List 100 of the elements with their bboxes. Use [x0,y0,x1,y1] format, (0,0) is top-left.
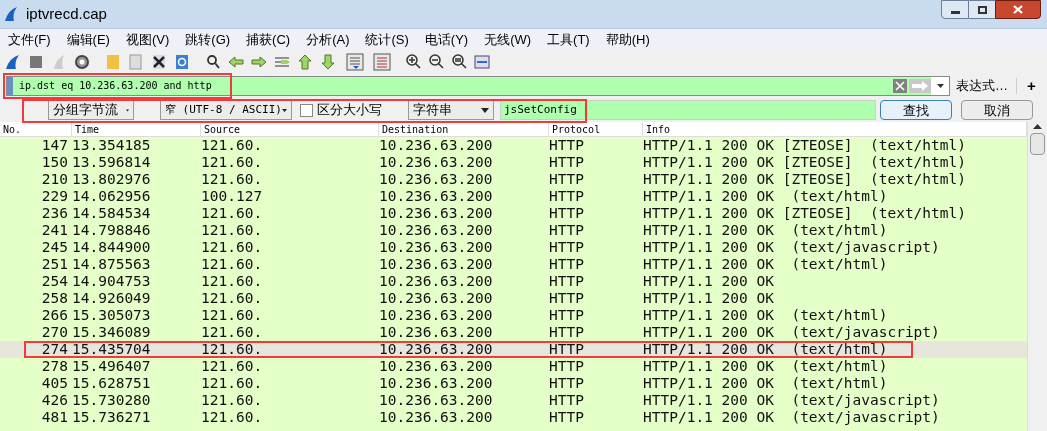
table-cell-text: HTTP [548,188,585,205]
expression-button[interactable]: 表达式… [956,76,1008,96]
column-header[interactable]: Time [72,122,201,136]
minimize-button[interactable] [941,0,969,19]
column-header[interactable]: No. [0,122,72,136]
menu-item[interactable]: 分析(A) [298,29,358,50]
table-cell-text: 241 [40,222,69,239]
search-icon[interactable] [204,53,222,71]
right-arrow-icon[interactable] [250,53,268,71]
up-arrow-icon[interactable] [1033,124,1042,129]
table-cell-text: 10.236.63.200 [378,290,494,307]
table-cell-text: 14.875563 [71,256,152,273]
menu-item[interactable]: 文件(F) [0,29,59,50]
table-cell-text: 10.236.63.200 [378,392,494,409]
table-cell-text: 121.60. [200,239,264,256]
search-type-dropdown[interactable]: 字符串 [408,100,494,120]
case-checkbox[interactable] [300,103,313,117]
zoom-out-icon[interactable] [427,53,445,71]
table-cell-text: 14.844900 [71,239,152,256]
table-cell-text: HTTP/1.1 200 OK (text/html) [642,188,889,205]
scroll-thumb[interactable] [1030,133,1045,155]
packet-row[interactable]: 254 14.904753 121.60. 10.236.63.200 HTTP HTTP/1.1 200 OK [0,273,1027,290]
menu-item[interactable]: 视图(V) [117,29,178,50]
zoom-reset-icon[interactable] [450,53,468,71]
table-cell-text: 10.236.63.200 [378,154,494,171]
menu-item[interactable]: 统计(S) [357,29,417,50]
packet-row[interactable]: 147 13.354185 121.60. 10.236.63.200 HTTP HTTP/1.1 200 OK [ZTEOSE] (text/html) [0,137,1027,154]
search-field[interactable]: jsSetConfig [500,100,876,120]
resize-columns-icon[interactable] [473,53,491,71]
table-cell-text: HTTP [548,222,585,239]
menu-item[interactable]: 捕获(C) [238,29,299,50]
table-cell-text: 210 [40,171,69,188]
stop-icon[interactable] [27,53,45,71]
table-cell-text: HTTP/1.1 200 OK [ZTEOSE] (text/html) [642,205,967,222]
maximize-button[interactable] [969,0,995,19]
packet-row[interactable]: 229 14.062956 100.127 10.236.63.200 HTTP HTTP/1.1 200 OK (text/html) [0,188,1027,205]
packet-row[interactable]: 481 15.736271 121.60. 10.236.63.200 HTTP HTTP/1.1 200 OK (text/javascript) [0,409,1027,426]
packet-row[interactable]: 278 15.496407 121.60. 10.236.63.200 HTTP HTTP/1.1 200 OK (text/html) [0,358,1027,375]
search-in-dropdown[interactable]: 分组字节流 [48,100,134,120]
table-cell-text: HTTP/1.1 200 OK (text/html) [642,375,889,392]
charset-dropdown[interactable]: 窄 (UTF-8 / ASCII) [160,100,292,120]
packet-row[interactable]: 210 13.802976 121.60. 10.236.63.200 HTTP HTTP/1.1 200 OK [ZTEOSE] (text/html) [0,171,1027,188]
table-cell-text: 121.60. [200,375,264,392]
table-cell-text: 121.60. [200,290,264,307]
gear-icon[interactable] [73,53,91,71]
table-cell-text: 121.60. [200,307,264,324]
menu-item[interactable]: 编辑(E) [58,29,118,50]
shark-fin-icon[interactable] [4,53,22,71]
caret-icon [281,107,287,113]
table-cell-text: HTTP [548,273,585,290]
menu-item[interactable]: 工具(T) [539,29,598,50]
packet-row[interactable]: 266 15.305073 121.60. 10.236.63.200 HTTP HTTP/1.1 200 OK (text/html) [0,307,1027,324]
reload-icon[interactable] [173,53,191,71]
table-cell-text: 121.60. [200,341,264,358]
packet-row[interactable]: 270 15.346089 121.60. 10.236.63.200 HTTP HTTP/1.1 200 OK (text/javascript) [0,324,1027,341]
table-cell-text: HTTP [548,171,585,188]
window-title: iptvrecd.cap [26,3,107,24]
table-cell-text: 13.596814 [71,154,152,171]
table-cell-text: 10.236.63.200 [378,256,494,273]
find-button[interactable]: 查找 [880,100,952,120]
caret-icon [481,107,489,113]
column-header[interactable]: Protocol [549,122,643,136]
scrollbar[interactable] [1027,122,1047,431]
packet-row[interactable]: 405 15.628751 121.60. 10.236.63.200 HTTP HTTP/1.1 200 OK (text/html) [0,375,1027,392]
table-cell-text: 121.60. [200,222,264,239]
colorize-icon[interactable] [373,53,391,71]
packet-row[interactable]: 245 14.844900 121.60. 10.236.63.200 HTTP HTTP/1.1 200 OK (text/javascript) [0,239,1027,256]
table-cell-text: HTTP [548,290,585,307]
filter-field[interactable]: ip.dst eq 10.236.63.200 and http [6,76,950,96]
caret-icon [126,107,129,113]
packet-row[interactable]: 241 14.798846 121.60. 10.236.63.200 HTTP HTTP/1.1 200 OK (text/html) [0,222,1027,239]
packet-row[interactable]: 426 15.730280 121.60. 10.236.63.200 HTTP HTTP/1.1 200 OK (text/javascript) [0,392,1027,409]
table-cell-text: 100.127 [200,188,264,205]
clear-icon[interactable] [893,79,907,93]
add-button[interactable]: + [1027,74,1036,98]
menu-item[interactable]: 跳转(G) [177,29,239,50]
column-header[interactable]: Source [201,122,379,136]
close-file-icon[interactable] [150,53,168,71]
table-cell-text: HTTP [548,256,585,273]
close-button[interactable] [995,0,1041,19]
packet-row[interactable]: 236 14.584534 121.60. 10.236.63.200 HTTP HTTP/1.1 200 OK [ZTEOSE] (text/html) [0,205,1027,222]
down-arrow-icon[interactable] [319,53,337,71]
autoscroll-icon[interactable] [346,53,364,71]
dropdown-button[interactable] [931,77,949,95]
table-cell-text: HTTP/1.1 200 OK [ZTEOSE] (text/html) [642,137,967,154]
packet-row[interactable]: 258 14.926049 121.60. 10.236.63.200 HTTP HTTP/1.1 200 OK [0,290,1027,307]
menu-item[interactable]: 无线(W) [476,29,540,50]
menu-item[interactable]: 电话(Y) [416,29,477,50]
packet-row[interactable]: 251 14.875563 121.60. 10.236.63.200 HTTP HTTP/1.1 200 OK (text/html) [0,256,1027,273]
caret-icon [936,84,944,88]
menu-item[interactable]: 帮助(H) [597,29,658,50]
table-cell-text: 251 [40,256,69,273]
table-cell-text: HTTP/1.1 200 OK (text/javascript) [642,409,941,426]
table-cell-text: 10.236.63.200 [378,324,494,341]
table-cell-text: 10.236.63.200 [378,137,494,154]
packet-row[interactable]: 150 13.596814 121.60. 10.236.63.200 HTTP HTTP/1.1 200 OK [ZTEOSE] (text/html) [0,154,1027,171]
left-arrow-icon[interactable] [227,53,245,71]
column-header[interactable]: Destination [379,122,549,136]
cancel-button[interactable]: 取消 [961,100,1033,120]
zoom-in-icon[interactable] [404,53,422,71]
